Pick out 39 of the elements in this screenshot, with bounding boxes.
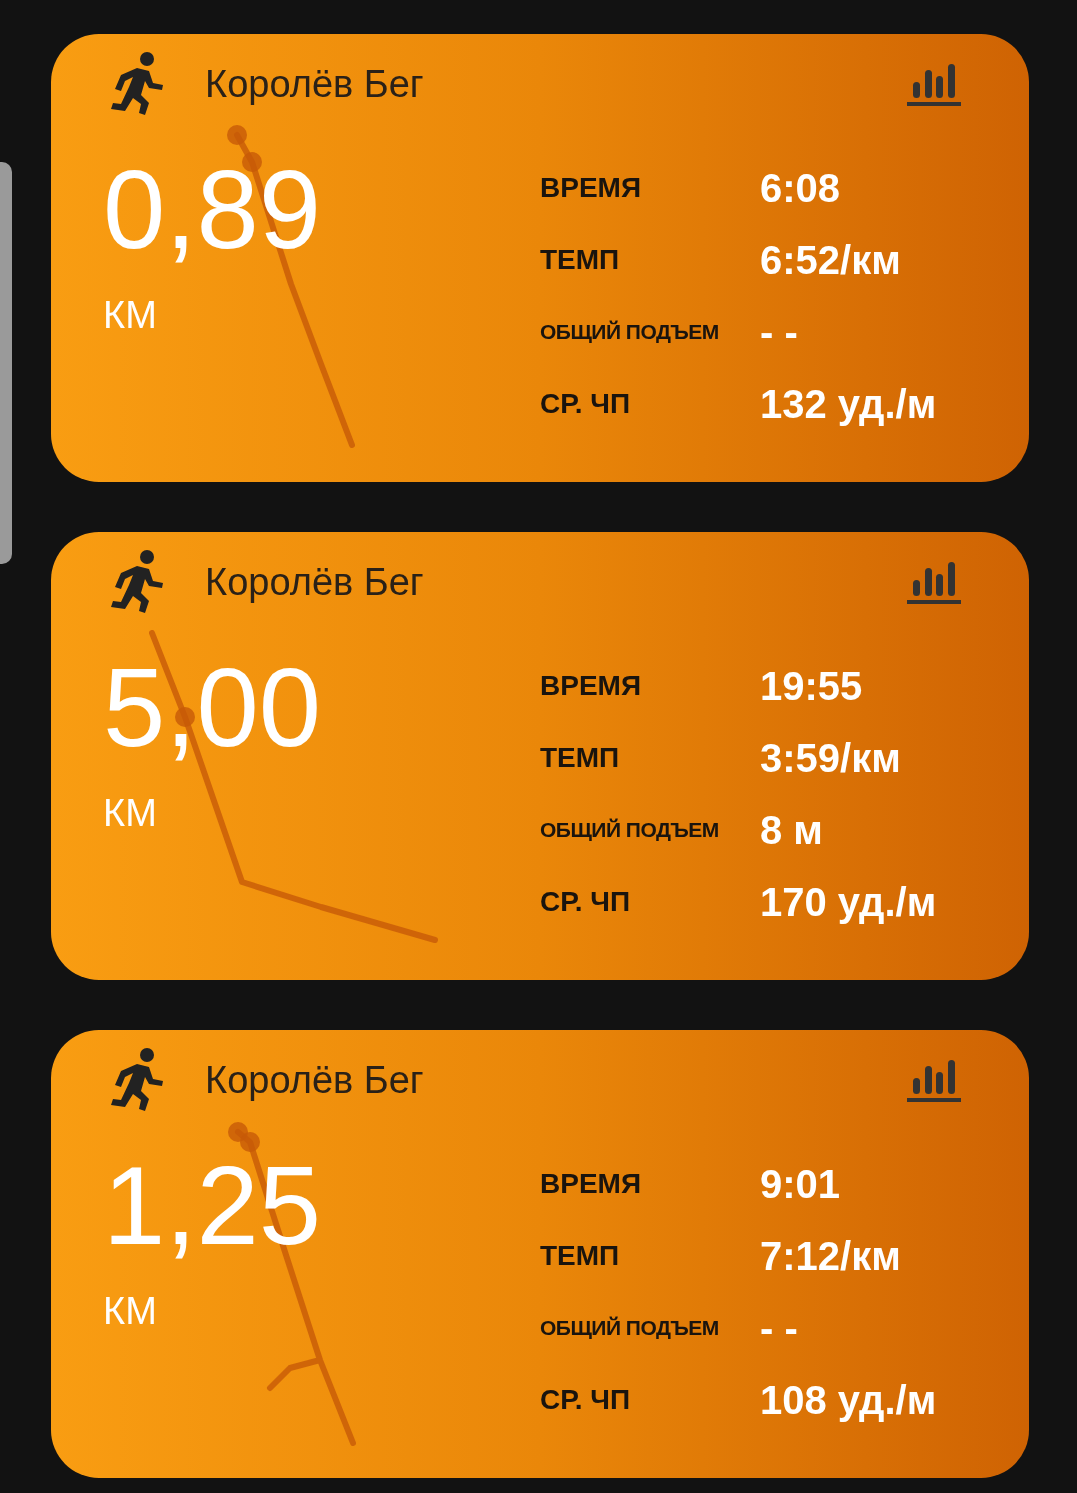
- stat-label: ТЕМП: [540, 742, 621, 774]
- distance-value: 5,00: [103, 652, 322, 764]
- stat-label: ВРЕМЯ: [540, 1168, 643, 1200]
- bar-chart-icon[interactable]: [907, 560, 961, 604]
- distance-value: 1,25: [103, 1150, 322, 1262]
- stat-value: - -: [760, 309, 799, 355]
- stat-value: 19:55: [760, 663, 864, 709]
- activity-card[interactable]: Королёв Бег 1,25 КМ ВРЕМЯ 9:01 ТЕМП 7:12/км ОБЩИЙ ПОДЪЕМ - - СР. ЧП 108 уд./м: [51, 1030, 1029, 1478]
- stat-label: ВРЕМЯ: [540, 670, 643, 702]
- stat-value: 9:01: [760, 1161, 842, 1207]
- stat-value: 8 м: [760, 807, 824, 853]
- stat-value: 7:12/км: [760, 1233, 902, 1279]
- activity-card[interactable]: Королёв Бег 0,89 КМ ВРЕМЯ 6:08 ТЕМП 6:52/км ОБЩИЙ ПОДЪЕМ - - СР. ЧП 132 уд./м: [51, 34, 1029, 482]
- stat-label: ВРЕМЯ: [540, 172, 643, 204]
- activity-title: Королёв Бег: [205, 560, 425, 604]
- stat-value: 108 уд./м: [760, 1377, 937, 1423]
- stat-value: 6:08: [760, 165, 842, 211]
- activity-title: Королёв Бег: [205, 1058, 425, 1102]
- stat-label: ТЕМП: [540, 244, 621, 276]
- stat-label: ОБЩИЙ ПОДЪЕМ: [540, 1316, 720, 1340]
- bar-chart-icon[interactable]: [907, 62, 961, 106]
- stat-label: ОБЩИЙ ПОДЪЕМ: [540, 818, 720, 842]
- distance-unit: КМ: [103, 1290, 158, 1333]
- activity-title: Королёв Бег: [205, 62, 425, 106]
- distance-unit: КМ: [103, 792, 158, 835]
- stat-value: 6:52/км: [760, 237, 902, 283]
- distance-unit: КМ: [103, 294, 158, 337]
- stat-value: 132 уд./м: [760, 381, 937, 427]
- stat-label: ТЕМП: [540, 1240, 621, 1272]
- bar-chart-icon[interactable]: [907, 1058, 961, 1102]
- stat-value: 3:59/км: [760, 735, 902, 781]
- activity-card[interactable]: Королёв Бег 5,00 КМ ВРЕМЯ 19:55 ТЕМП 3:59/км ОБЩИЙ ПОДЪЕМ 8 м СР. ЧП 170 уд./м: [51, 532, 1029, 980]
- stat-value: - -: [760, 1305, 799, 1351]
- stat-label: СР. ЧП: [540, 388, 632, 420]
- stat-label: СР. ЧП: [540, 886, 632, 918]
- distance-value: 0,89: [103, 154, 322, 266]
- stat-value: 170 уд./м: [760, 879, 937, 925]
- stat-label: ОБЩИЙ ПОДЪЕМ: [540, 320, 720, 344]
- stat-label: СР. ЧП: [540, 1384, 632, 1416]
